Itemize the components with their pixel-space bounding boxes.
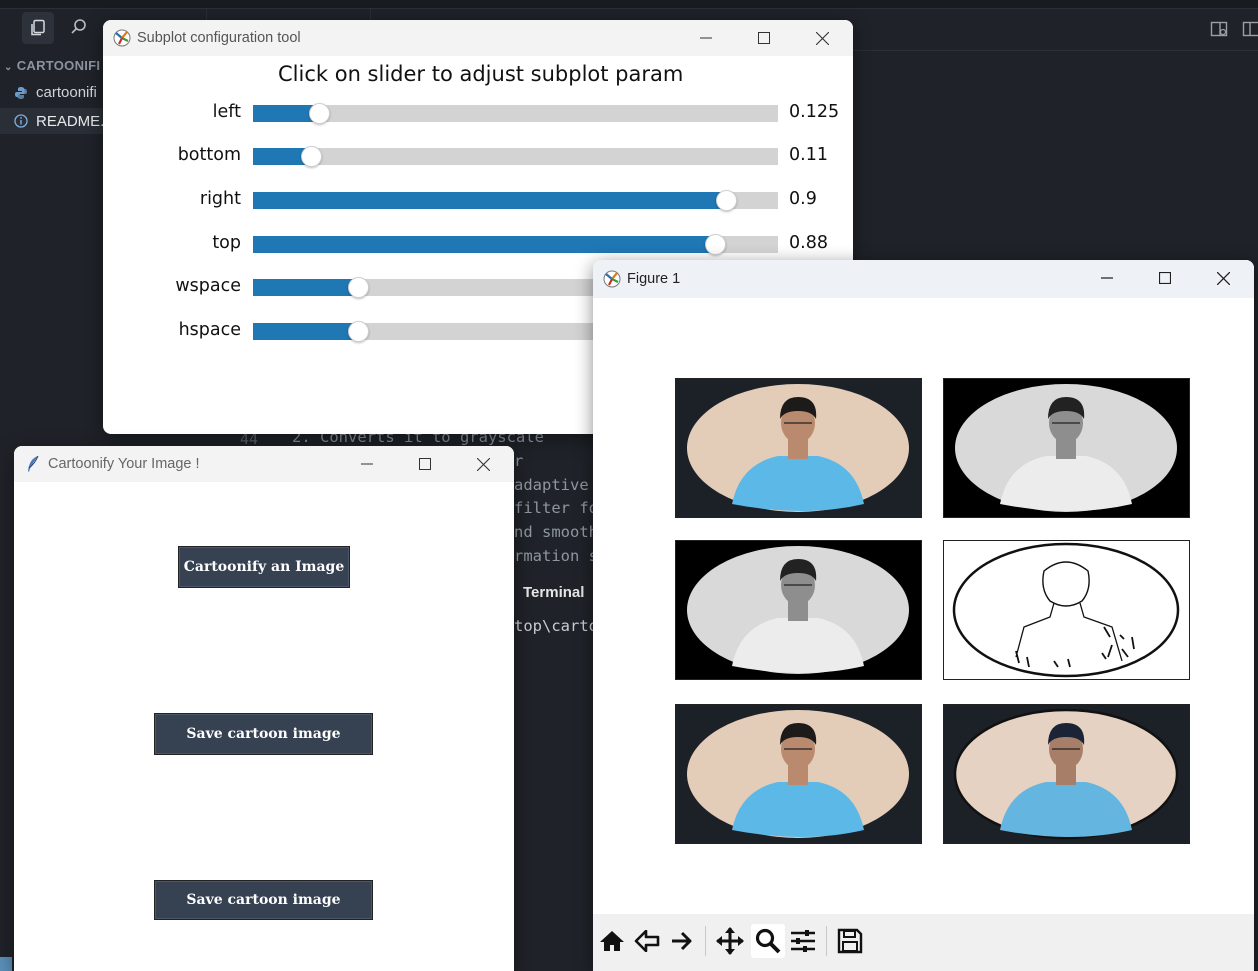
explorer-icon[interactable] [22,12,54,44]
subplot-image-color [675,378,922,518]
minimize-icon [700,37,712,39]
minimize-button[interactable] [338,446,396,482]
file-name: README. [36,112,105,130]
close-button[interactable] [1194,260,1252,296]
slider-track[interactable] [253,103,778,124]
cartoonify-window: Cartoonify Your Image ! Cartoonify an Im… [14,446,514,971]
slider-handle[interactable] [348,321,369,342]
tab-terminal[interactable]: Terminal [523,584,584,601]
navigation-toolbar [593,914,1254,971]
zoom-icon[interactable] [751,924,785,958]
slider-handle[interactable] [348,277,369,298]
slider-top: top 0.88 [103,229,853,259]
code-line: adaptive [514,476,589,494]
maximize-button[interactable] [396,446,454,482]
figure-canvas[interactable] [593,298,1254,914]
terminal-output: top\carto [514,617,598,635]
subplot-image-color [675,704,922,844]
chevron-down-icon: ⌄ [4,62,13,73]
vscode-status-edge [0,905,12,971]
slider-fill [253,279,358,296]
window-title: Cartoonify Your Image ! [48,456,200,472]
slider-value: 0.11 [789,145,828,165]
explorer-title[interactable]: ⌄ CARTOONIFI [4,58,100,73]
slider-label: top [212,233,241,253]
subplot-image-cartoon [943,704,1190,844]
subplot-heading: Click on slider to adjust subplot param [278,62,684,86]
slider-handle[interactable] [300,146,322,167]
slider-value: 0.125 [789,102,840,122]
pan-icon[interactable] [713,924,747,958]
search-icon[interactable] [70,18,88,41]
code-line: filter fo [514,499,598,517]
home-icon[interactable] [595,924,629,958]
close-button[interactable] [454,446,512,482]
window-titlebar: Subplot configuration tool [103,20,853,56]
split-editor-icon[interactable] [1242,20,1258,43]
maximize-icon [758,32,770,44]
matplotlib-icon [603,270,621,288]
figure-window: Figure 1 [593,260,1254,971]
vscode-titlebar [0,0,1258,9]
slider-track[interactable] [253,146,778,167]
slider-track[interactable] [253,190,778,211]
python-icon [15,86,27,99]
slider-fill [253,323,358,340]
maximize-icon [1159,272,1171,284]
code-line: r [514,452,524,470]
slider-label: left [212,102,241,122]
close-icon [476,457,490,471]
window-titlebar: Cartoonify Your Image ! [14,446,514,482]
slider-label: hspace [178,320,241,340]
minimize-icon [361,463,373,465]
window-title: Figure 1 [627,271,681,287]
configure-subplots-icon[interactable] [786,924,820,958]
window-title: Subplot configuration tool [137,30,301,46]
slider-label: bottom [177,145,241,165]
slider-fill [253,192,726,209]
slider-fill [253,236,715,253]
forward-icon[interactable] [665,924,699,958]
feather-icon [28,455,39,472]
save-cartoon-button[interactable]: Save cartoon image [154,713,373,755]
code-line: nd smooth [514,523,598,541]
slider-value: 0.88 [789,233,828,253]
slider-right: right 0.9 [103,185,853,215]
subplot-image-grayscale [675,540,922,680]
slider-handle[interactable] [715,190,737,211]
minimize-button[interactable] [1078,260,1136,296]
file-item-cartoonify[interactable]: cartoonifi [14,84,97,101]
subplot-image-grayscale [943,378,1190,518]
slider-label: right [199,189,241,209]
minimize-icon [1101,277,1113,279]
slider-handle[interactable] [705,234,726,255]
code-line: rmation s [514,547,598,565]
window-titlebar: Figure 1 [593,260,1254,298]
close-button[interactable] [793,20,851,56]
back-icon[interactable] [630,924,664,958]
slider-bottom: bottom 0.11 [103,141,853,171]
toolbar-separator [705,926,706,956]
file-item-readme[interactable]: README. [0,108,114,134]
cartoonify-image-button[interactable]: Cartoonify an Image [178,546,350,588]
toolbar-separator [826,926,827,956]
slider-left: left 0.125 [103,98,853,128]
toggle-secondary-sidebar-icon[interactable] [1210,20,1228,43]
save-icon[interactable] [833,924,867,958]
maximize-button[interactable] [1136,260,1194,296]
maximize-icon [419,458,431,470]
slider-track[interactable] [253,234,778,255]
slider-value: 0.9 [789,189,817,209]
subplot-image-edges [943,540,1190,680]
close-icon [1216,271,1230,285]
matplotlib-icon [113,29,131,47]
maximize-button[interactable] [735,20,793,56]
close-icon [815,31,829,45]
file-name: cartoonifi [36,84,97,101]
info-icon [14,114,28,128]
minimize-button[interactable] [677,20,735,56]
slider-handle[interactable] [308,103,330,124]
save-cartoon-button-2[interactable]: Save cartoon image [154,880,373,920]
slider-label: wspace [175,276,241,296]
